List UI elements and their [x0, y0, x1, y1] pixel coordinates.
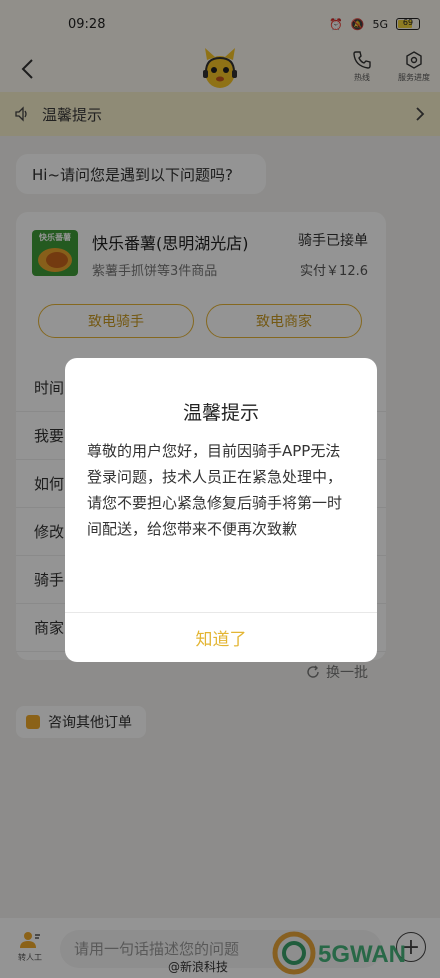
dialog-message: 尊敬的用户您好，目前因骑手APP无法登录问题，技术人员正在紧急处理中，请您不要担…	[87, 442, 343, 538]
notice-dialog: 温馨提示 尊敬的用户您好，目前因骑手APP无法登录问题，技术人员正在紧急处理中，…	[65, 358, 377, 662]
dialog-confirm-button[interactable]: 知道了	[65, 613, 377, 662]
dialog-title: 温馨提示	[182, 402, 259, 424]
